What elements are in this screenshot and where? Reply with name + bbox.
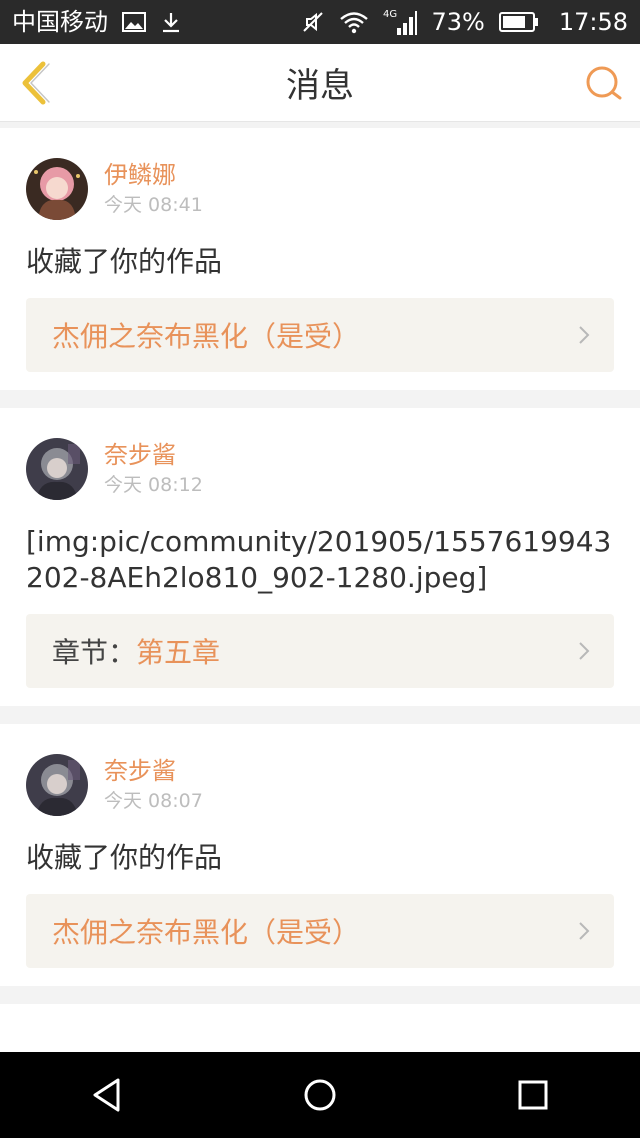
wifi-icon [339,10,369,34]
message-meta: 奈步酱 今天 08:12 [104,440,203,498]
chevron-right-icon [579,642,590,660]
user-name[interactable]: 奈步酱 [104,440,203,470]
avatar[interactable] [26,438,88,500]
work-title: 杰佣之奈布黑化（是受） [52,916,361,949]
signal-icon: 4G [383,8,418,36]
screen: 中国移动 4G 73% 17:58 消息 伊鳞娜 今天 08:41 收藏了你的作… [0,0,640,1138]
work-link[interactable]: 杰佣之奈布黑化（是受） [26,894,614,968]
system-recents-button[interactable] [503,1065,563,1125]
avatar[interactable] [26,754,88,816]
battery-icon [498,11,539,33]
page-title: 消息 [286,66,354,106]
message-card: 奈步酱 今天 08:07 收藏了你的作品 杰佣之奈布黑化（是受） [0,724,640,986]
download-icon [160,11,182,33]
chapter-title: 第五章 [136,636,221,669]
message-header: 奈步酱 今天 08:12 [26,438,614,500]
carrier-name: 中国移动 [12,8,108,36]
system-home-button[interactable] [290,1065,350,1125]
chapter-link[interactable]: 章节： 第五章 [26,614,614,688]
work-title: 杰佣之奈布黑化（是受） [52,320,361,353]
user-name[interactable]: 伊鳞娜 [104,160,203,190]
system-nav-bar [0,1052,640,1138]
status-bar: 中国移动 4G 73% 17:58 [0,0,640,44]
nav-bar: 消息 [0,44,640,122]
message-text: [img:pic/community/201905/1557619943202-… [26,525,612,594]
system-back-button[interactable] [77,1065,137,1125]
network-type: 4G [383,9,397,20]
back-chevron-icon[interactable] [16,60,56,106]
work-link[interactable]: 杰佣之奈布黑化（是受） [26,298,614,372]
message-time: 今天 08:12 [104,474,203,496]
message-meta: 伊鳞娜 今天 08:41 [104,160,203,218]
status-right: 4G 73% 17:58 [301,8,628,36]
message-card: 伊鳞娜 今天 08:41 收藏了你的作品 杰佣之奈布黑化（是受） [0,128,640,390]
message-time: 今天 08:07 [104,790,203,812]
triangle-back-icon [93,1078,120,1112]
avatar[interactable] [26,158,88,220]
circle-home-icon [304,1079,336,1111]
chevron-right-icon [579,922,590,940]
user-name[interactable]: 奈步酱 [104,756,203,786]
clock-time: 17:58 [558,8,628,36]
status-left: 中国移动 [12,10,182,34]
mute-icon [301,10,325,34]
message-list: 伊鳞娜 今天 08:41 收藏了你的作品 杰佣之奈布黑化（是受） 奈步酱 今天 … [0,122,640,1052]
message-time: 今天 08:41 [104,194,203,216]
image-icon [122,12,146,32]
message-text: 收藏了你的作品 [26,841,223,874]
chapter-label: 章节： [52,636,137,669]
message-card: 奈步酱 今天 08:12 [img:pic/community/201905/1… [0,408,640,706]
message-header: 奈步酱 今天 08:07 [26,754,614,816]
battery-percent: 73% [431,8,485,36]
square-recents-icon [518,1080,548,1110]
message-header: 伊鳞娜 今天 08:41 [26,158,614,220]
search-icon[interactable] [584,64,624,104]
message-text: 收藏了你的作品 [26,245,223,278]
message-meta: 奈步酱 今天 08:07 [104,756,203,814]
message-card [0,1004,640,1052]
chevron-right-icon [579,326,590,344]
